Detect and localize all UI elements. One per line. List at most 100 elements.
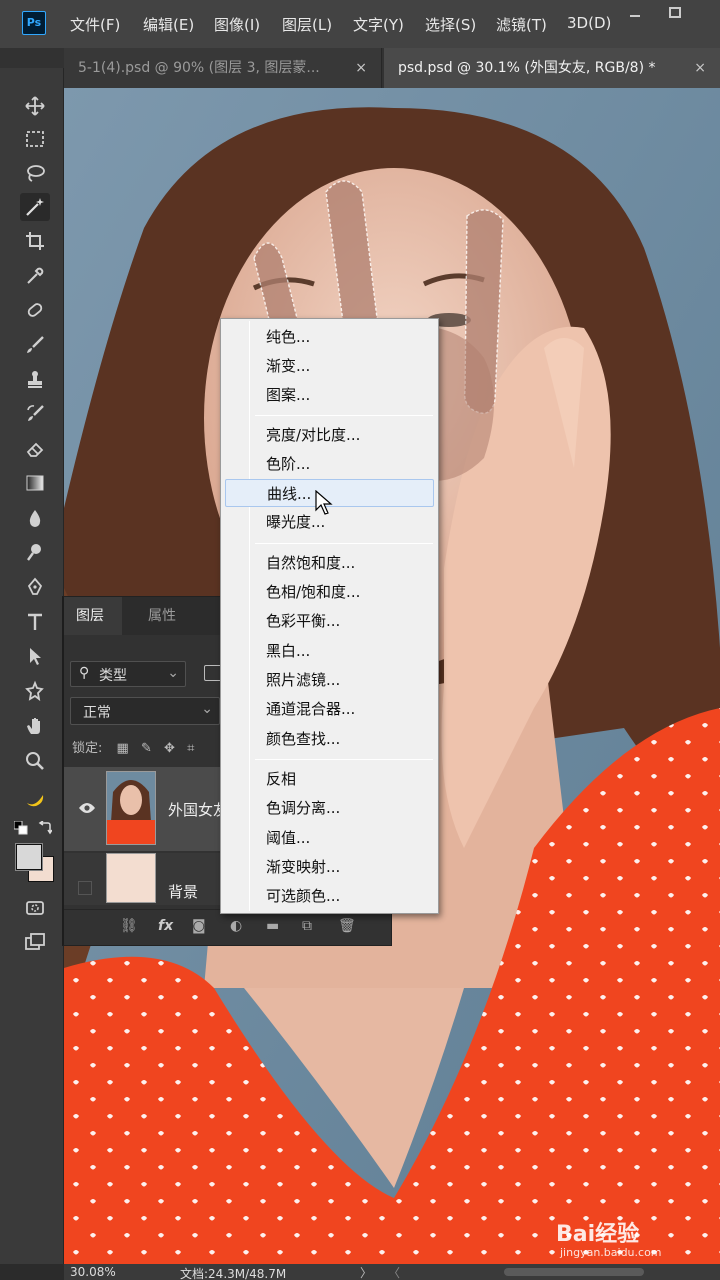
move-icon[interactable] (20, 92, 50, 120)
lock-transparent-icon[interactable]: ▦ (117, 741, 129, 756)
menu-item-hue-saturation[interactable]: 色相/饱和度... (225, 578, 434, 606)
menu-item-threshold[interactable]: 阈值... (225, 824, 434, 852)
quick-mask-icon[interactable] (20, 894, 50, 922)
maximize-icon[interactable] (662, 6, 688, 26)
menu-3d[interactable]: 3D(D) (567, 14, 611, 32)
filter-type-label: 类型 (99, 668, 127, 684)
search-icon: ⚲ (79, 665, 90, 681)
chevron-down-icon: ⌄ (167, 665, 179, 681)
minimize-icon[interactable] (622, 6, 648, 26)
zoom-icon[interactable] (20, 747, 50, 775)
eyedropper-icon[interactable] (20, 262, 50, 290)
tab-label: psd.psd @ 30.1% (外国女友, RGB/8) * (398, 60, 656, 76)
lasso-icon[interactable] (20, 159, 50, 187)
screen-mode-icon[interactable] (20, 928, 50, 956)
gradient-icon[interactable] (20, 469, 50, 497)
path-select-icon[interactable] (20, 642, 50, 670)
type-icon[interactable] (20, 608, 50, 636)
menu-item-invert[interactable]: 反相 (225, 765, 434, 793)
menu-item-channel-mixer[interactable]: 通道混合器... (225, 695, 434, 723)
tab-properties[interactable]: 属性 (136, 597, 188, 635)
lock-label: 锁定: (72, 741, 103, 756)
close-icon[interactable]: × (355, 48, 367, 88)
tools-panel (0, 68, 64, 1264)
mouse-pointer-icon (315, 489, 333, 516)
menu-select[interactable]: 选择(S) (425, 14, 476, 35)
link-icon[interactable]: ⛓ (120, 918, 138, 934)
watermark-url: jingyan.baidu.com (560, 1246, 662, 1259)
close-icon[interactable]: × (694, 48, 706, 88)
document-tab-bar: ▸▸ 5-1(4).psd @ 90% (图层 3, 图层蒙... × psd.… (0, 48, 720, 109)
chevron-down-icon: ⌄ (201, 701, 213, 717)
adjustment-layer-menu: 纯色... 渐变... 图案... 亮度/对比度... 色阶... 曲线... … (220, 318, 439, 914)
layer-filter-select[interactable]: ⚲ 类型 ⌄ (70, 661, 186, 687)
fx-icon[interactable]: fx (158, 918, 173, 934)
visibility-eye-icon[interactable] (78, 799, 96, 818)
magic-wand-icon[interactable] (20, 193, 50, 221)
history-brush-icon[interactable] (20, 400, 50, 428)
banana-icon[interactable] (20, 785, 50, 813)
tab-document-2[interactable]: psd.psd @ 30.1% (外国女友, RGB/8) * × (384, 48, 720, 88)
new-layer-icon[interactable]: ⧉ (302, 918, 312, 934)
trash-icon[interactable]: 🗑 (338, 918, 356, 934)
menu-item-vibrance[interactable]: 自然饱和度... (225, 549, 434, 577)
group-icon[interactable]: ▬ (266, 918, 279, 934)
adjustment-icon[interactable]: ◐ (230, 918, 242, 934)
eraser-icon[interactable] (20, 434, 50, 462)
healing-icon[interactable] (20, 296, 50, 324)
menu-item-levels[interactable]: 色阶... (225, 450, 434, 478)
layer-thumbnail (106, 853, 156, 903)
menu-item-pattern[interactable]: 图案... (225, 381, 434, 409)
menu-bar: Ps 文件(F) 编辑(E) 图像(I) 图层(L) 文字(Y) 选择(S) 滤… (0, 0, 720, 48)
menu-item-gradient[interactable]: 渐变... (225, 352, 434, 380)
swap-colors-icon[interactable] (38, 820, 53, 835)
menu-item-gradient-map[interactable]: 渐变映射... (225, 853, 434, 881)
menu-item-solid-color[interactable]: 纯色... (225, 323, 434, 351)
marquee-icon[interactable] (20, 125, 50, 153)
visibility-toggle[interactable] (78, 881, 92, 895)
menu-item-color-balance[interactable]: 色彩平衡... (225, 607, 434, 635)
pen-icon[interactable] (20, 573, 50, 601)
watermark-logo: Bai经验 (556, 1222, 640, 1247)
menu-item-black-white[interactable]: 黑白... (225, 637, 434, 665)
menu-edit[interactable]: 编辑(E) (143, 14, 194, 35)
lock-position-icon[interactable]: ✥ (164, 741, 175, 756)
menu-type[interactable]: 文字(Y) (353, 14, 404, 35)
tab-label: 5-1(4).psd @ 90% (图层 3, 图层蒙... (78, 60, 320, 76)
menu-layer[interactable]: 图层(L) (282, 14, 332, 35)
hand-icon[interactable] (20, 712, 50, 740)
menu-item-brightness-contrast[interactable]: 亮度/对比度... (225, 421, 434, 449)
menu-item-selective-color[interactable]: 可选颜色... (225, 882, 434, 910)
foreground-color-swatch[interactable] (16, 844, 42, 870)
watermark: Bai经验 jingyan.baidu.com (556, 1216, 696, 1264)
layers-footer: ⛓ fx ◙ ◐ ▬ ⧉ 🗑 (64, 909, 391, 945)
status-menu-arrow-icon[interactable]: 〉 (360, 1264, 372, 1280)
mask-icon[interactable]: ◙ (192, 918, 206, 934)
horizontal-scrollbar[interactable] (504, 1268, 644, 1276)
dodge-icon[interactable] (20, 538, 50, 566)
menu-item-photo-filter[interactable]: 照片滤镜... (225, 666, 434, 694)
brush-icon[interactable] (20, 331, 50, 359)
lock-row: 锁定: ▦ ✎ ✥ ⌗ (72, 737, 194, 756)
shape-icon[interactable] (20, 677, 50, 705)
stamp-icon[interactable] (20, 365, 50, 393)
scroll-left-icon[interactable]: 〈 (388, 1264, 400, 1280)
lock-paint-icon[interactable]: ✎ (141, 741, 152, 756)
menu-filter[interactable]: 滤镜(T) (496, 14, 547, 35)
blend-mode-select[interactable]: 正常 ⌄ (70, 697, 220, 725)
tab-layers[interactable]: 图层 (64, 597, 122, 635)
photoshop-logo: Ps (22, 11, 46, 35)
menu-item-color-lookup[interactable]: 颜色查找... (225, 725, 434, 753)
menu-separator (255, 543, 433, 544)
crop-icon[interactable] (20, 227, 50, 255)
lock-artboard-icon[interactable]: ⌗ (187, 741, 194, 756)
menu-item-posterize[interactable]: 色调分离... (225, 794, 434, 822)
layer-name: 外国女友 (168, 801, 229, 819)
zoom-level[interactable]: 30.08% (70, 1265, 116, 1279)
menu-file[interactable]: 文件(F) (70, 14, 120, 35)
status-bar: 30.08% 文档:24.3M/48.7M 〉 〈 (64, 1264, 720, 1280)
default-colors-icon[interactable] (13, 820, 28, 835)
menu-image[interactable]: 图像(I) (214, 14, 260, 35)
tab-document-1[interactable]: 5-1(4).psd @ 90% (图层 3, 图层蒙... × (64, 48, 382, 88)
blur-icon[interactable] (20, 504, 50, 532)
